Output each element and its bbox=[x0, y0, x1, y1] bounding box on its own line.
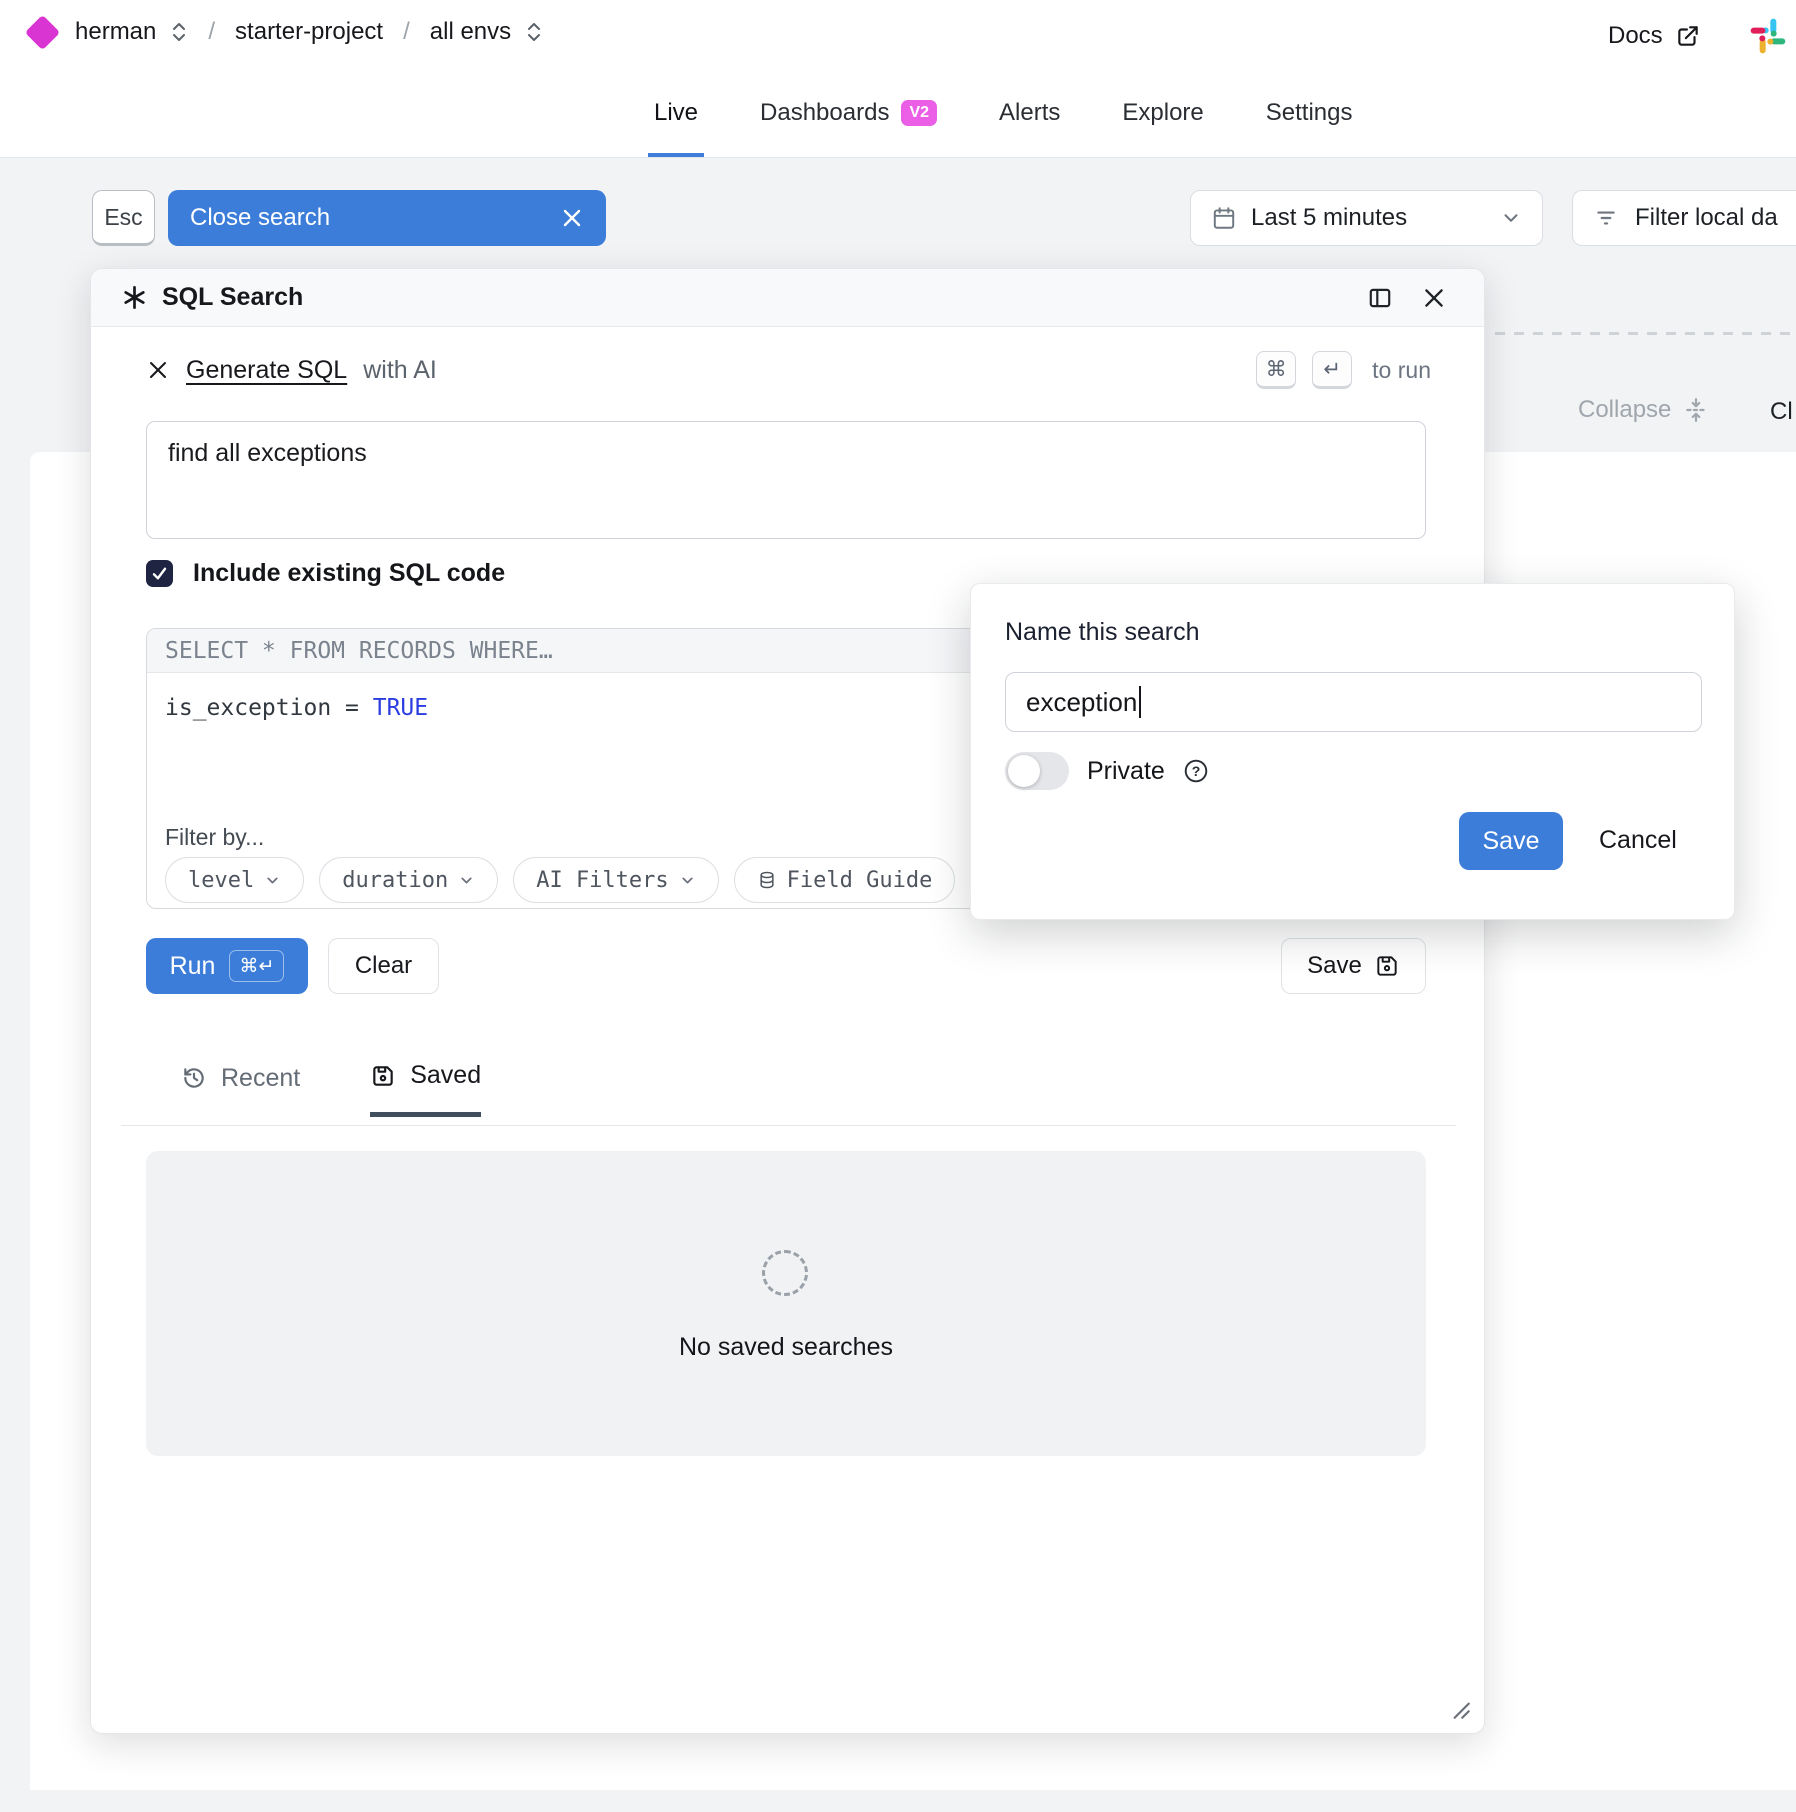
collapse-control[interactable]: Collapse bbox=[1578, 396, 1709, 424]
dialog-title: Name this search bbox=[1005, 618, 1200, 647]
kbd-hint-label: to run bbox=[1372, 357, 1431, 384]
search-name-input[interactable]: exception bbox=[1005, 672, 1702, 732]
time-range-select[interactable]: Last 5 minutes bbox=[1190, 190, 1543, 246]
chevron-down-icon bbox=[458, 872, 475, 889]
save-search-button[interactable]: Save bbox=[1281, 938, 1426, 994]
enter-key-hint: ↵ bbox=[1312, 351, 1352, 389]
filter-chips: level duration AI Filters Field Guide bbox=[165, 857, 955, 903]
search-list-tabs: Recent Saved bbox=[181, 1061, 481, 1117]
esc-key-hint: Esc bbox=[92, 190, 155, 246]
chevron-down-icon bbox=[679, 872, 696, 889]
breadcrumb-separator: / bbox=[202, 18, 221, 46]
modal-close-button[interactable] bbox=[1414, 278, 1454, 318]
dialog-cancel-button[interactable]: Cancel bbox=[1599, 826, 1677, 855]
breadcrumb-environment[interactable]: all envs bbox=[430, 18, 511, 46]
close-icon bbox=[1421, 285, 1447, 311]
brand-logo bbox=[25, 14, 60, 49]
include-sql-label: Include existing SQL code bbox=[193, 559, 505, 588]
name-search-dialog: Name this search exception Private ? Sav… bbox=[970, 583, 1735, 920]
sql-code-text: is_exception = bbox=[165, 695, 359, 721]
help-icon[interactable]: ? bbox=[1183, 758, 1209, 784]
topbar: herman / starter-project / all envs Live… bbox=[0, 0, 1796, 158]
dialog-save-button[interactable]: Save bbox=[1459, 812, 1563, 870]
dismiss-ai-icon[interactable] bbox=[146, 358, 170, 382]
filter-icon bbox=[1593, 205, 1619, 231]
private-toggle[interactable] bbox=[1005, 752, 1069, 790]
modal-header: SQL Search bbox=[91, 269, 1484, 327]
sql-search-modal: SQL Search Generate SQL with AI ⌘ ↵ to r… bbox=[90, 268, 1485, 1734]
loading-spinner bbox=[762, 1250, 808, 1296]
chip-ai-filters[interactable]: AI Filters bbox=[513, 857, 718, 903]
empty-state-message: No saved searches bbox=[146, 1333, 1426, 1362]
collapse-icon bbox=[1683, 397, 1709, 423]
tab-recent[interactable]: Recent bbox=[181, 1061, 300, 1117]
checkbox-checked[interactable] bbox=[146, 560, 173, 587]
chip-field-guide[interactable]: Field Guide bbox=[734, 857, 956, 903]
chip-level[interactable]: level bbox=[165, 857, 304, 903]
main-nav: Live DashboardsV2 Alerts Explore Setting… bbox=[648, 0, 1358, 157]
database-icon bbox=[757, 870, 777, 890]
private-label: Private bbox=[1087, 757, 1165, 786]
modal-title: SQL Search bbox=[162, 283, 303, 312]
calendar-icon bbox=[1211, 205, 1237, 231]
tab-settings[interactable]: Settings bbox=[1260, 99, 1359, 157]
breadcrumb-project[interactable]: starter-project bbox=[235, 18, 383, 46]
ai-prompt-textarea[interactable]: find all exceptions bbox=[146, 421, 1426, 539]
clear-button[interactable]: Clear bbox=[328, 938, 439, 994]
private-toggle-row: Private ? bbox=[1005, 752, 1209, 790]
tab-alerts[interactable]: Alerts bbox=[993, 99, 1066, 157]
cmd-key-hint: ⌘ bbox=[1256, 351, 1296, 389]
chevron-down-icon bbox=[1500, 207, 1522, 229]
generate-sql-suffix: with AI bbox=[363, 356, 437, 385]
v2-badge: V2 bbox=[901, 100, 937, 126]
tabs-divider bbox=[121, 1125, 1456, 1126]
sql-code-keyword: TRUE bbox=[373, 695, 428, 721]
save-icon bbox=[370, 1063, 396, 1089]
run-kbd-hint: ⌘↵ bbox=[229, 950, 284, 982]
resize-handle[interactable] bbox=[1446, 1695, 1472, 1721]
environment-selector-icon[interactable] bbox=[525, 21, 543, 43]
docs-link[interactable]: Docs bbox=[1608, 22, 1701, 50]
side-panel-icon bbox=[1367, 285, 1393, 311]
text-cursor bbox=[1139, 686, 1141, 718]
workspace-selector-icon[interactable] bbox=[170, 21, 188, 43]
asterisk-icon bbox=[121, 284, 148, 311]
app-root: herman / starter-project / all envs Live… bbox=[0, 0, 1796, 1812]
filter-by-label: Filter by... bbox=[165, 824, 264, 851]
check-icon bbox=[150, 564, 169, 583]
toggle-knob bbox=[1008, 755, 1040, 787]
tab-saved[interactable]: Saved bbox=[370, 1061, 481, 1117]
save-icon bbox=[1374, 953, 1400, 979]
run-button[interactable]: Run ⌘↵ bbox=[146, 938, 308, 994]
generate-sql-link[interactable]: Generate SQL bbox=[186, 356, 347, 385]
close-icon bbox=[560, 206, 584, 230]
close-search-button[interactable]: Close search bbox=[168, 190, 606, 246]
action-row: Run ⌘↵ Clear Save bbox=[146, 938, 1426, 994]
time-range-value: Last 5 minutes bbox=[1251, 204, 1407, 232]
breadcrumb-separator: / bbox=[397, 18, 416, 46]
saved-searches-panel: No saved searches bbox=[146, 1151, 1426, 1456]
chevron-down-icon bbox=[264, 872, 281, 889]
tab-explore[interactable]: Explore bbox=[1116, 99, 1209, 157]
generate-sql-row: Generate SQL with AI ⌘ ↵ to run bbox=[146, 351, 1431, 389]
history-icon bbox=[181, 1065, 207, 1091]
include-sql-checkbox-row[interactable]: Include existing SQL code bbox=[146, 559, 505, 588]
chart-dashed-line bbox=[1495, 332, 1796, 335]
svg-text:?: ? bbox=[1192, 763, 1201, 779]
slack-icon[interactable] bbox=[1748, 16, 1788, 56]
filter-label: Filter local da bbox=[1635, 204, 1778, 232]
breadcrumb: herman / starter-project / all envs bbox=[30, 18, 543, 46]
tab-live[interactable]: Live bbox=[648, 99, 704, 157]
breadcrumb-workspace[interactable]: herman bbox=[75, 18, 156, 46]
chip-duration[interactable]: duration bbox=[319, 857, 498, 903]
search-name-value: exception bbox=[1026, 687, 1137, 718]
external-link-icon bbox=[1675, 23, 1701, 49]
clipped-right-label[interactable]: Cl bbox=[1770, 398, 1793, 426]
tab-dashboards[interactable]: DashboardsV2 bbox=[754, 99, 943, 157]
filter-local-button[interactable]: Filter local da bbox=[1572, 190, 1796, 246]
dock-panel-button[interactable] bbox=[1360, 278, 1400, 318]
